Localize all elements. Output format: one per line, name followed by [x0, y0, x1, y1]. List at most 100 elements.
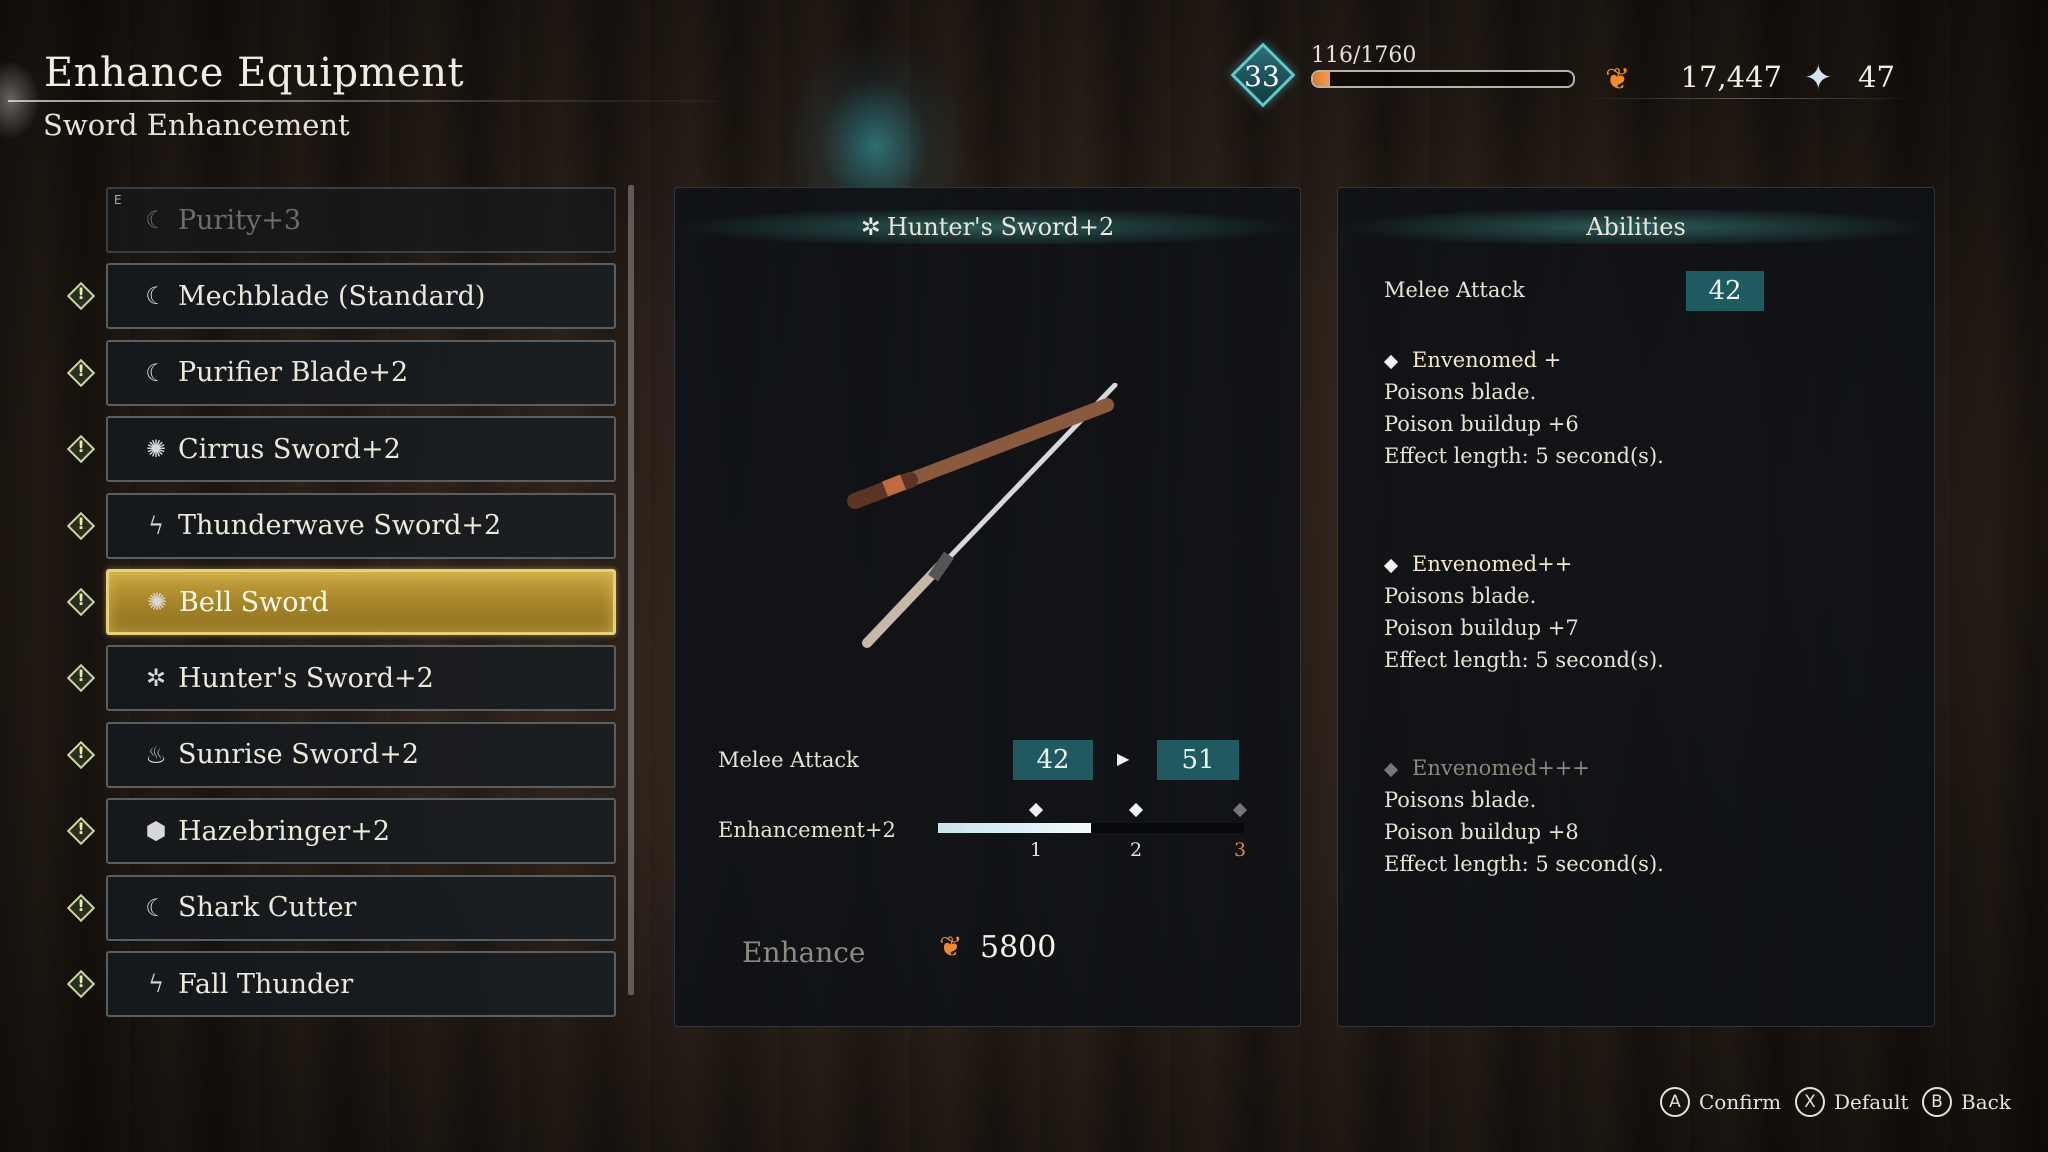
equipment-item-label: Hazebringer+2	[178, 815, 391, 847]
equipment-item[interactable]: ✺ Bell Sword	[106, 569, 616, 635]
melee-attack-current: 42	[1013, 740, 1093, 780]
enhanceable-alert-icon: !	[66, 358, 96, 387]
x-button-icon: X	[1795, 1087, 1825, 1117]
alert-mark: !	[77, 513, 85, 533]
equipment-item[interactable]: ☾ Mechblade (Standard)	[106, 263, 616, 330]
confirm-prompt[interactable]: A Confirm	[1660, 1087, 1781, 1117]
default-prompt[interactable]: X Default	[1795, 1087, 1909, 1117]
ability-description-line: Poison buildup +8	[1384, 820, 1579, 844]
xp-bar-fill	[1313, 72, 1331, 86]
melee-attack-next: 51	[1157, 740, 1239, 780]
equipment-item[interactable]: ☾ Purifier Blade+2	[106, 339, 616, 406]
enhancement-pip-3	[1232, 802, 1248, 818]
equipment-item-label: Purifier Blade+2	[178, 357, 409, 389]
enhancement-bar	[938, 823, 1244, 833]
ability-gem-icon	[1383, 762, 1399, 777]
ability-name-text: Envenomed++	[1412, 552, 1573, 576]
enhancement-pip-2	[1128, 802, 1144, 818]
fragment-count: 47	[1858, 60, 1895, 94]
ergo-icon: ❦	[1605, 62, 1631, 97]
weapon-type-icon: ☾	[145, 893, 167, 922]
ability-name: Envenomed +	[1383, 348, 1562, 372]
list-scrollbar[interactable]	[628, 185, 634, 995]
equipment-item-label: Shark Cutter	[178, 892, 357, 924]
sword-image	[847, 383, 1118, 648]
equipment-item-label: Mechblade (Standard)	[178, 280, 486, 312]
weapon-type-icon: ⬢	[145, 817, 167, 846]
enhancement-bar-fill	[938, 823, 1091, 833]
enhanceable-alert-icon: !	[66, 664, 96, 693]
alert-mark: !	[77, 360, 85, 380]
xp-bar	[1311, 70, 1575, 88]
abilities-melee-value: 42	[1686, 271, 1764, 311]
default-label: Default	[1834, 1090, 1909, 1114]
ergo-icon: ❦	[939, 930, 963, 963]
header-divider	[8, 100, 748, 102]
weapon-type-icon: ☾	[145, 282, 167, 311]
alert-mark: !	[77, 742, 85, 762]
abilities-melee-label: Melee Attack	[1384, 278, 1525, 302]
equipment-item-label: Cirrus Sword+2	[178, 433, 401, 465]
weapon-type-icon: ☾	[145, 358, 167, 387]
equipment-item[interactable]: ϟ Thunderwave Sword+2	[106, 492, 616, 559]
ability-gem-icon	[1383, 354, 1399, 369]
alert-mark: !	[77, 590, 85, 609]
weapon-type-icon: ✲	[860, 213, 881, 241]
equipment-item[interactable]: ✲ Hunter's Sword+2	[106, 645, 616, 712]
confirm-label: Confirm	[1699, 1090, 1782, 1114]
enhance-button[interactable]: Enhance	[742, 936, 865, 969]
arrow-right-icon: ▶	[1117, 749, 1130, 768]
equipment-item[interactable]: ⬢ Hazebringer+2	[106, 798, 616, 865]
equipment-item-label: Purity+3	[178, 204, 302, 236]
equipment-item-label: Sunrise Sword+2	[178, 739, 420, 771]
enhancement-tick-1: 1	[1029, 839, 1043, 861]
ability-description-line: Poisons blade.	[1384, 380, 1537, 404]
equipment-item-label: Thunderwave Sword+2	[178, 510, 502, 542]
enhanceable-alert-icon: !	[66, 969, 96, 999]
weapon-type-icon: ♨	[145, 740, 167, 769]
enhanceable-alert-icon: !	[66, 282, 96, 311]
alert-mark: !	[77, 666, 85, 686]
ability-name-text: Envenomed +	[1412, 348, 1562, 372]
weapon-name: Hunter's Sword+2	[886, 213, 1115, 241]
weapon-type-icon: ✲	[145, 664, 167, 693]
hud-divider	[1580, 98, 1920, 99]
enhanceable-alert-icon: !	[66, 740, 96, 769]
alert-mark: !	[77, 972, 85, 991]
equipment-item[interactable]: ✺ Cirrus Sword+2	[106, 416, 616, 483]
ability-description-line: Poison buildup +7	[1384, 616, 1579, 640]
alert-mark: !	[77, 437, 85, 457]
a-button-icon: A	[1660, 1087, 1690, 1117]
melee-attack-label: Melee Attack	[718, 748, 859, 772]
ergo-count: 17,447	[1680, 60, 1782, 94]
enhanceable-alert-icon: !	[66, 435, 96, 464]
enhancement-pip-1	[1028, 802, 1044, 818]
equipped-badge: E	[114, 193, 122, 207]
enhanceable-alert-icon: !	[66, 587, 96, 617]
ability-name: Envenomed+++	[1383, 756, 1590, 780]
enhance-cost: 5800	[980, 930, 1057, 965]
ability-name-text: Envenomed+++	[1412, 756, 1590, 780]
equipment-item[interactable]: ♨ Sunrise Sword+2	[106, 721, 616, 788]
enhanceable-alert-icon: !	[66, 893, 96, 922]
equipment-item[interactable]: ☾ Shark Cutter	[106, 874, 616, 941]
ability-description-line: Effect length: 5 second(s).	[1384, 852, 1664, 876]
back-prompt[interactable]: B Back	[1922, 1087, 2011, 1117]
alert-mark: !	[77, 895, 85, 915]
enhancement-tick-3: 3	[1233, 839, 1247, 861]
enhancement-tick-2: 2	[1129, 839, 1143, 861]
alert-mark: !	[77, 819, 85, 839]
xp-text: 116/1760	[1311, 43, 1417, 68]
weapon-type-icon: ☾	[145, 206, 167, 234]
equipment-item-label: Bell Sword	[179, 586, 329, 618]
weapon-type-icon: ✺	[146, 588, 168, 616]
equipment-item[interactable]: ϟ Fall Thunder	[106, 951, 616, 1017]
page-title: Enhance Equipment	[44, 50, 465, 96]
equipment-item[interactable]: E ☾ Purity+3	[106, 187, 616, 253]
ability-description-line: Poison buildup +6	[1384, 412, 1579, 436]
b-button-icon: B	[1922, 1087, 1952, 1117]
abilities-panel: Abilities Melee Attack 42 Envenomed + Poi…	[1337, 187, 1935, 1027]
enhanceable-alert-icon: !	[66, 817, 96, 846]
weapon-type-icon: ϟ	[148, 970, 164, 998]
weapon-type-icon: ϟ	[148, 511, 164, 540]
